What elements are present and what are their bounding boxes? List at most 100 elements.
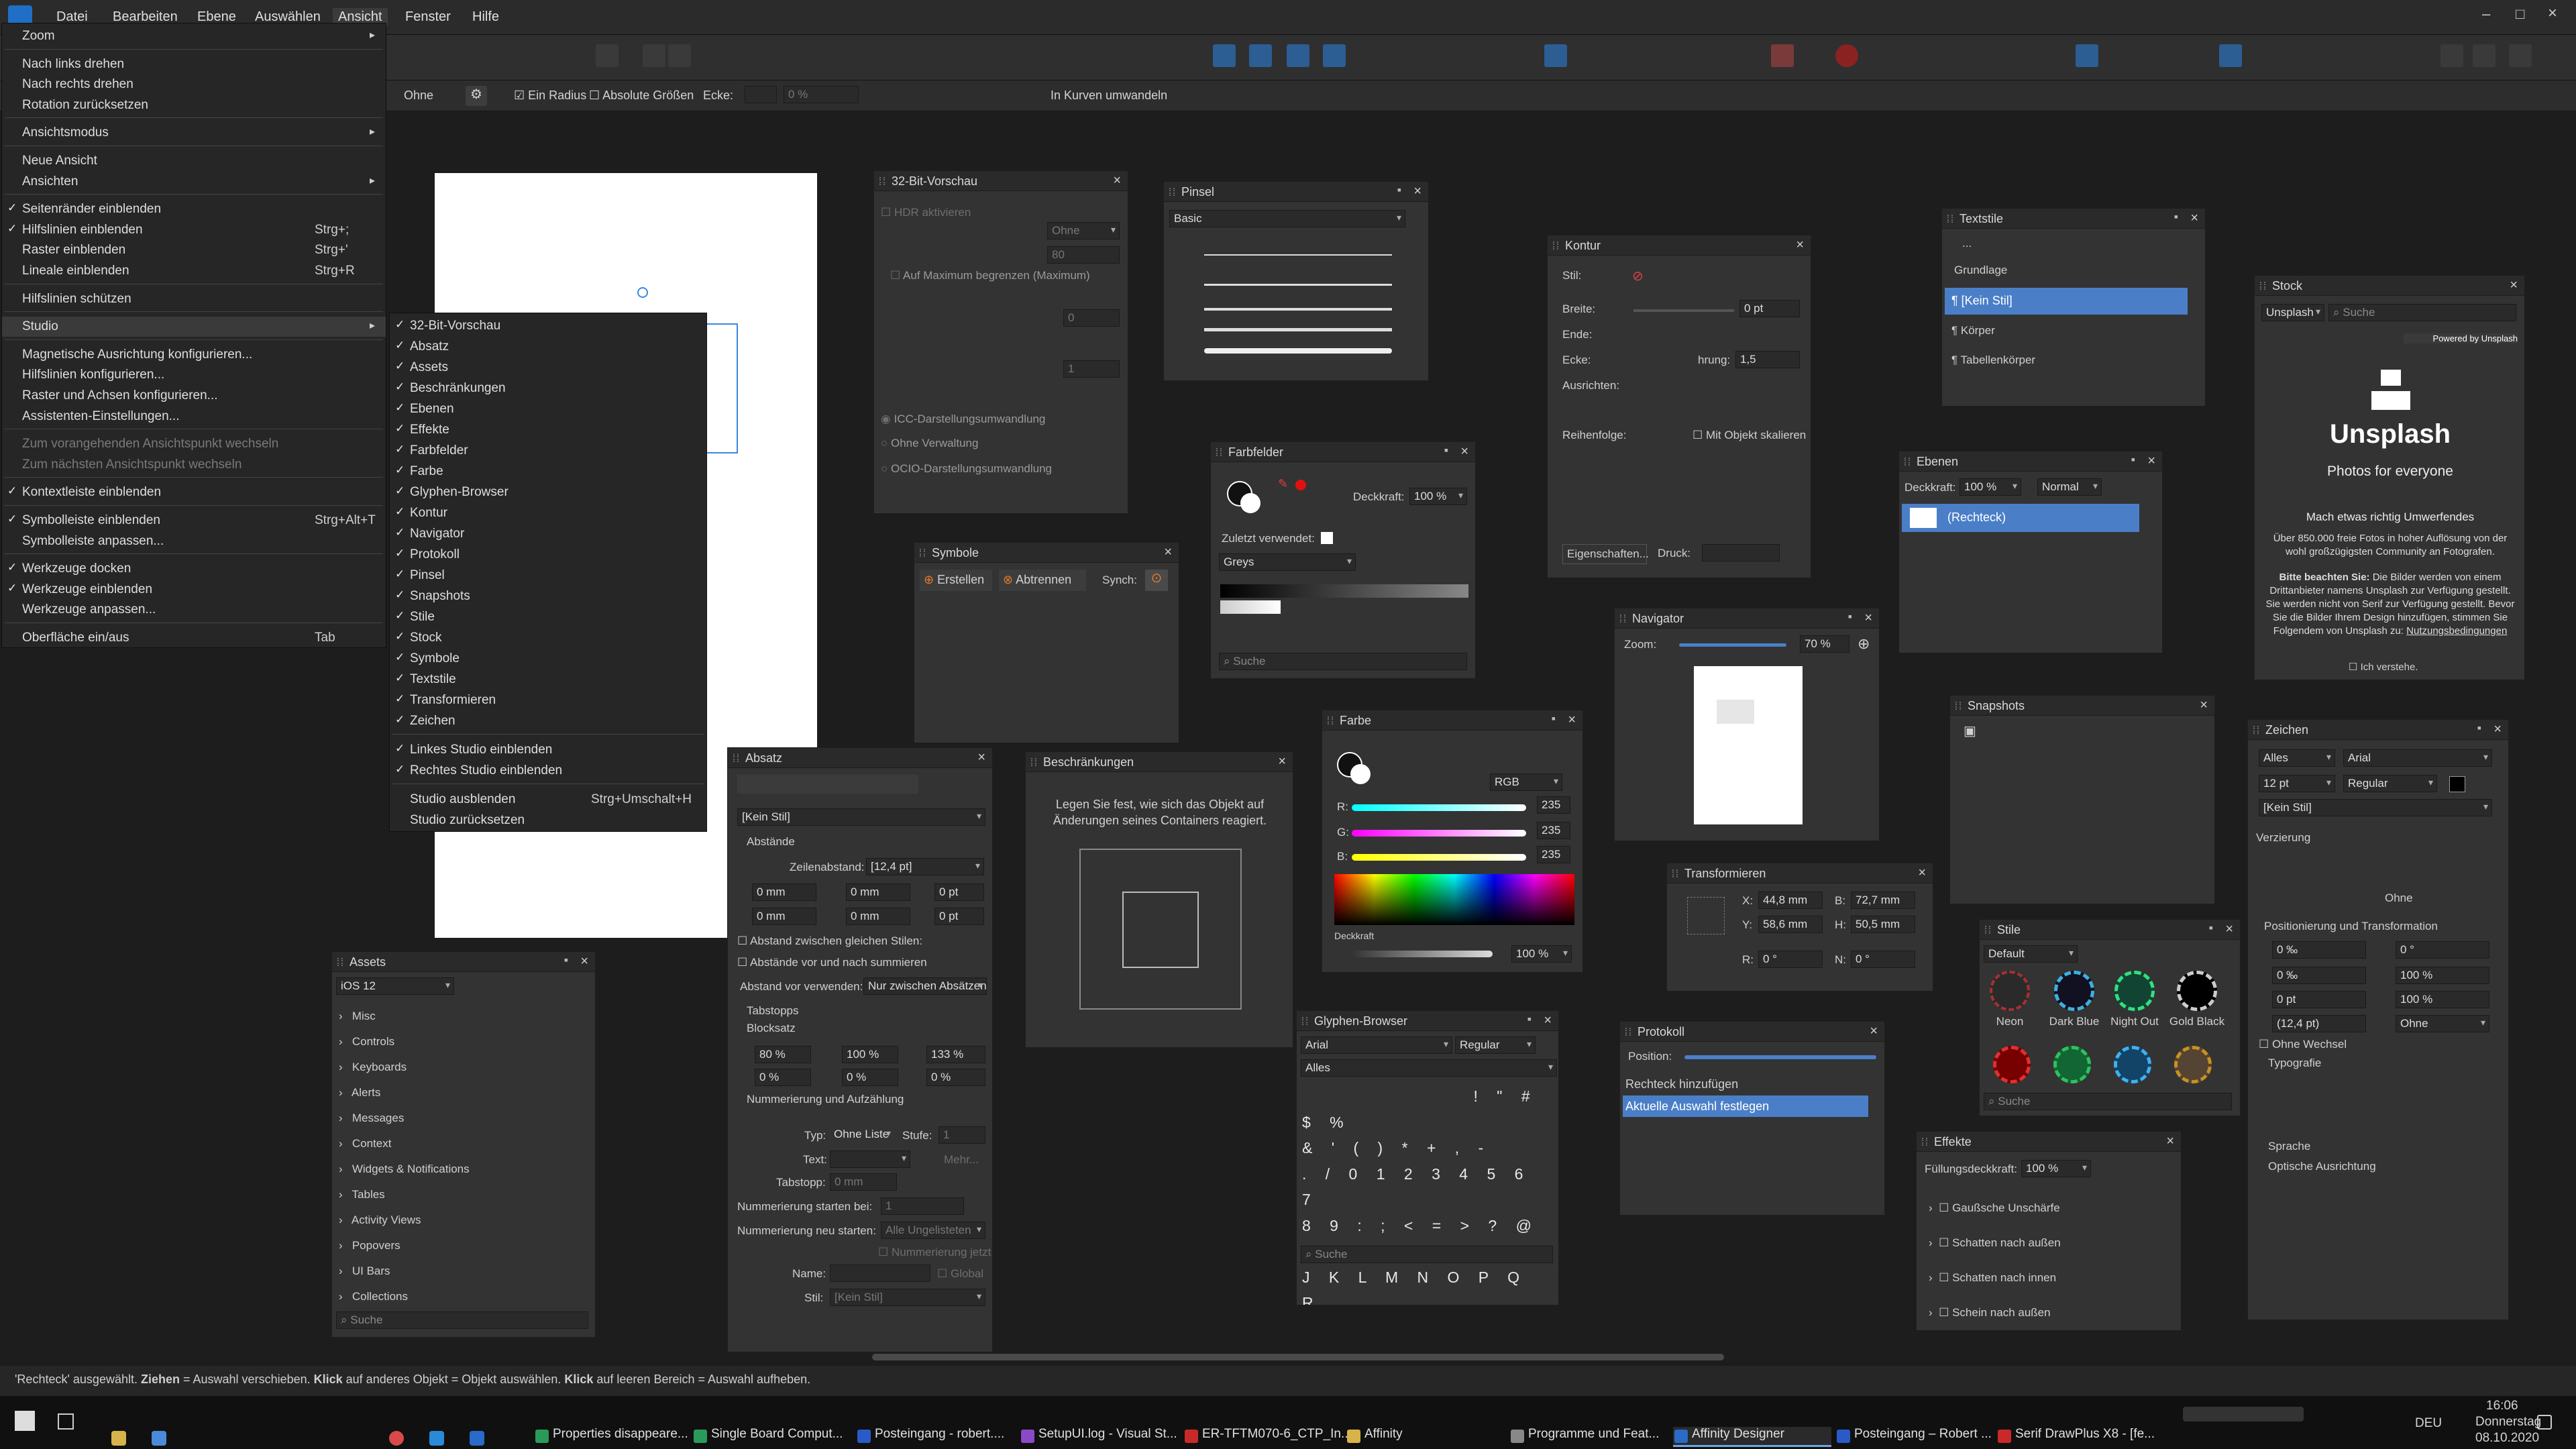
history-item-current[interactable]: Aktuelle Auswahl festlegen (1623, 1095, 1868, 1117)
close-icon[interactable]: × (1460, 444, 1468, 460)
studio-item-rechtes-studio-einblenden[interactable]: ✓ Rechtes Studio einblenden (390, 761, 706, 781)
first-indent-field[interactable]: 0 mm (752, 908, 816, 925)
tabs-heading[interactable]: Tabstopps (747, 1004, 799, 1018)
close-icon[interactable]: × (1568, 712, 1576, 728)
tonemap-dropdown[interactable]: Ohne (1047, 222, 1120, 239)
ocio-radio[interactable]: ○ OCIO-Darstellungsumwandlung (881, 462, 1052, 476)
navigator-preview[interactable] (1694, 666, 1803, 824)
restart-now-checkbox[interactable]: ☐ Nummerierung jetzt (878, 1246, 991, 1259)
studio-item-navigator[interactable]: ✓ Navigator (390, 524, 706, 544)
glyph-row[interactable]: . / 0 1 2 3 4 5 6 7 (1302, 1161, 1546, 1213)
menu-item-zoom[interactable]: Zoom ▸ (2, 26, 386, 46)
persona-icon[interactable] (2076, 44, 2098, 67)
studio-item-32-bit-vorschau[interactable]: ✓ 32-Bit-Vorschau (390, 316, 706, 336)
menu-item-oberflache-ein-aus[interactable]: Oberfläche ein/aus Tab (2, 628, 386, 648)
same-style-spacing-checkbox[interactable]: ☐ Abstand zwischen gleichen Stilen: (737, 934, 922, 948)
rotation-field[interactable]: 0 ° (1758, 951, 1823, 968)
color-stroke-swatch[interactable] (1350, 764, 1371, 784)
scale-with-object-checkbox[interactable]: ☐ Mit Objekt skalieren (1693, 429, 1806, 442)
blue-slider[interactable] (1352, 854, 1526, 861)
style-blue-gear[interactable] (2114, 1046, 2151, 1083)
studio-item-beschrankungen[interactable]: ✓ Beschränkungen (390, 378, 706, 398)
glyph-row[interactable]: & ' ( ) * + , - (1302, 1135, 1546, 1161)
close-icon[interactable]: × (2190, 211, 2198, 226)
start-button[interactable] (15, 1411, 35, 1431)
powered-by-label[interactable]: Powered by Unsplash (2404, 333, 2518, 343)
last-indent-field[interactable]: 0 mm (846, 908, 910, 925)
font-family-dropdown[interactable]: Arial (2343, 749, 2492, 767)
taskbar-app-3[interactable]: SetupUI.log - Visual St... (1020, 1427, 1177, 1447)
convert-to-curves-button[interactable]: In Kurven umwandeln (1051, 89, 1167, 103)
font-size-dropdown[interactable]: 12 pt (2259, 775, 2335, 792)
close-icon[interactable]: × (580, 954, 588, 969)
opacity-dropdown[interactable]: 100 % (1409, 488, 1467, 505)
close-icon[interactable]: × (1113, 173, 1121, 189)
optical-alignment-heading[interactable]: Optische Ausrichtung (2268, 1160, 2376, 1173)
studio-item-farbfelder[interactable]: ✓ Farbfelder (390, 441, 706, 461)
taskbar-app-0[interactable]: Properties disappeare... (534, 1427, 688, 1447)
duplicate-icon[interactable] (2473, 44, 2496, 67)
list-type-dropdown[interactable]: Ohne Liste (830, 1126, 894, 1144)
notification-icon[interactable] (2537, 1415, 2552, 1430)
vscale-field[interactable]: 100 % (2396, 991, 2489, 1008)
menu-item-ansichten[interactable]: Ansichten ▸ (2, 172, 386, 192)
max-value-field[interactable]: 80 (1047, 246, 1120, 264)
stil-dropdown[interactable]: [Kein Stil] (830, 1289, 985, 1306)
close-icon[interactable]: × (1413, 184, 1421, 199)
color-model-dropdown[interactable]: RGB (1490, 773, 1562, 791)
swatch-search-input[interactable]: ⌕ Suche (1219, 653, 1467, 670)
decoration-heading[interactable]: Verzierung (2256, 831, 2310, 845)
global-checkbox[interactable]: ☐ Global (937, 1267, 983, 1281)
text-style-grundlage[interactable]: Grundlage (1954, 264, 2007, 277)
layer-row-rectangle[interactable]: (Rechteck) (1902, 504, 2139, 532)
brush-stroke-5[interactable] (1204, 348, 1392, 354)
maximize-button[interactable]: □ (2516, 5, 2524, 23)
alignment-buttons[interactable] (737, 775, 918, 794)
glyph-grid[interactable]: ! " # $ % & ' ( ) * + , - . / 0 1 2 3 4 … (1302, 1083, 1546, 1305)
studio-item-farbe[interactable]: ✓ Farbe (390, 462, 706, 482)
brush-stroke-2[interactable] (1204, 284, 1392, 286)
justification-heading[interactable]: Blocksatz (747, 1022, 796, 1035)
opacity-dropdown[interactable]: 100 % (1511, 945, 1572, 963)
brush-stroke-4[interactable] (1204, 328, 1392, 331)
menu-item-assistenten-einstellungen[interactable]: Assistenten-Einstellungen... (2, 407, 386, 427)
menu-item-magnetische-ausrichtung-konfigurieren[interactable]: Magnetische Ausrichtung konfigurieren... (2, 345, 386, 365)
user-icon[interactable] (2509, 44, 2532, 67)
style-red-gear[interactable] (1993, 1046, 2031, 1083)
effect-inner-shadow[interactable]: › ☐ Schatten nach innen (1929, 1271, 2056, 1285)
font-weight-dropdown[interactable]: Regular (2343, 775, 2437, 792)
menu-item-hilfslinien-schutzen[interactable]: Hilfslinien schützen (2, 289, 386, 309)
detach-symbol-button[interactable]: ⊗ Abtrennen (999, 570, 1086, 591)
close-icon[interactable]: × (2147, 453, 2155, 469)
taskbar-app-4[interactable]: ER-TFTM070-6_CTP_In... (1183, 1427, 1352, 1447)
vscode-icon[interactable] (429, 1431, 444, 1446)
width-field[interactable]: 0 pt (1739, 300, 1800, 317)
accept-checkbox[interactable]: ☐ Ich verstehe. (2349, 661, 2418, 673)
zoom-slider[interactable] (1679, 643, 1786, 647)
studio-item-glyphen-browser[interactable]: ✓ Glyphen-Browser (390, 482, 706, 502)
studio-item-stock[interactable]: ✓ Stock (390, 628, 706, 648)
text-style-more[interactable]: ... (1962, 237, 1972, 250)
studio-item-symbole[interactable]: ✓ Symbole (390, 649, 706, 669)
typography-heading[interactable]: Typografie (2268, 1057, 2321, 1070)
properties-button[interactable]: Eigenschaften... (1562, 544, 1649, 564)
settings-gear-icon[interactable]: ⚙ (466, 86, 487, 106)
close-icon[interactable]: × (2225, 922, 2233, 937)
numbering-heading[interactable]: Nummerierung und Aufzählung (747, 1093, 904, 1106)
menu-item-symbolleiste-anpassen[interactable]: Symbolleiste anpassen... (2, 531, 386, 551)
asset-group-popovers[interactable]: › Popovers (339, 1239, 400, 1252)
taskbar-app-5[interactable]: Affinity (1346, 1427, 1403, 1447)
taskbar-app-6[interactable]: Programme und Feat... (1509, 1427, 1659, 1447)
brush-category-dropdown[interactable]: Basic (1169, 210, 1405, 227)
asset-group-widgets[interactable]: › Widgets & Notifications (339, 1163, 470, 1176)
snap-options-icon[interactable] (643, 44, 665, 67)
affinity-taskbar-icon[interactable] (470, 1431, 484, 1446)
studio-item-textstile[interactable]: ✓ Textstile (390, 669, 706, 690)
menu-item-hilfslinien-konfigurieren[interactable]: Hilfslinien konfigurieren... (2, 365, 386, 385)
paragraph-style-dropdown[interactable]: [Kein Stil] (737, 808, 985, 826)
red-dot-swatch[interactable] (1295, 480, 1306, 490)
close-icon[interactable]: × (1864, 610, 1872, 626)
selection-handle-rotate[interactable] (637, 287, 648, 298)
close-icon[interactable]: × (977, 750, 985, 765)
asset-group-collections[interactable]: › Collections (339, 1290, 408, 1303)
